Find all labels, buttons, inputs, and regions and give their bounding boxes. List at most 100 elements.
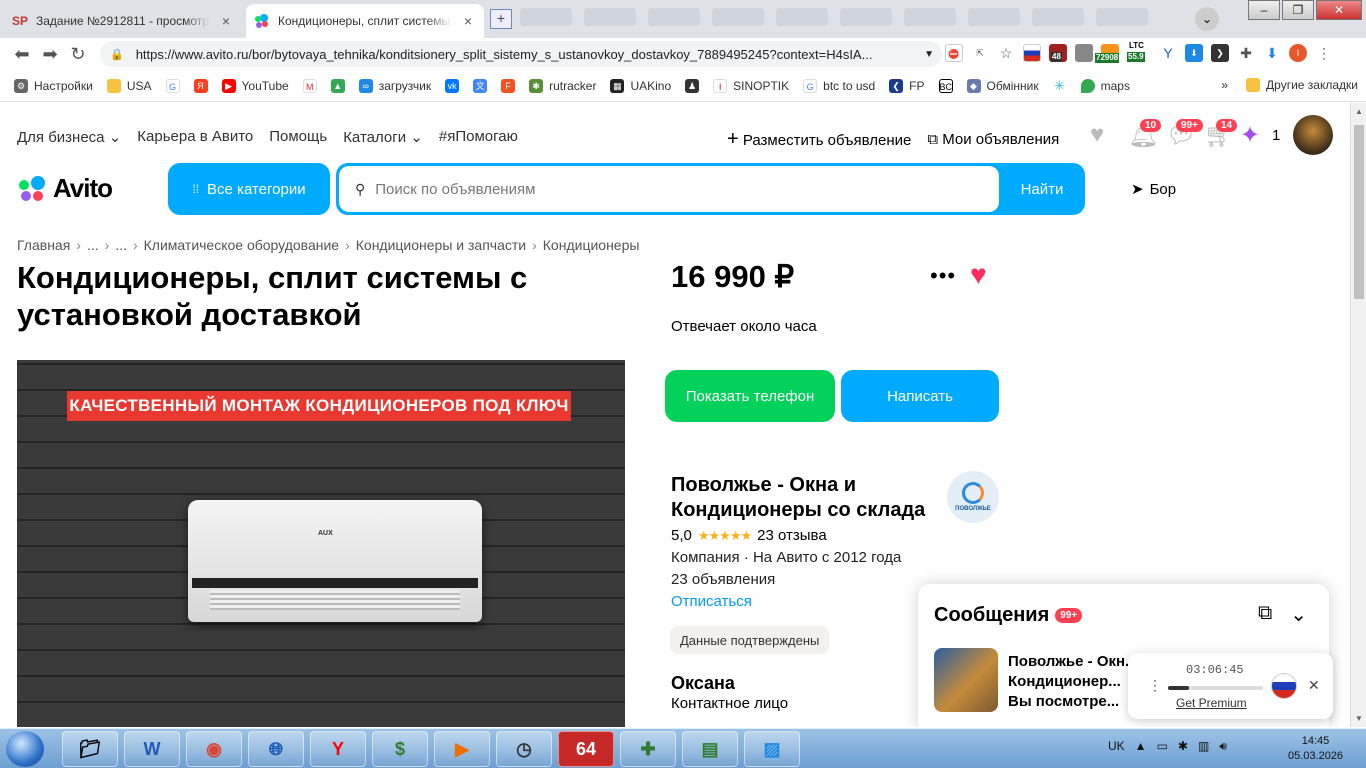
terminal-icon[interactable]: ▤ (682, 731, 738, 767)
app-64-icon[interactable]: 64 (558, 731, 614, 767)
globe-icon[interactable]: 🌐︎ (248, 731, 304, 767)
breadcrumb-item[interactable]: Кондиционеры (543, 237, 640, 253)
bookmark-youtube[interactable]: ▶ YouTube (221, 78, 289, 93)
briefcase-extension-icon[interactable] (1075, 44, 1093, 62)
more-bookmarks-button[interactable]: » (1221, 78, 1228, 92)
bookmark-translate[interactable]: 文 (473, 78, 488, 93)
bookmark-exchange[interactable]: ◆ Обмінник (966, 78, 1039, 93)
get-premium-link[interactable]: Get Premium (1176, 696, 1247, 710)
all-categories-button[interactable]: ⁞⁞ Все категории (168, 163, 330, 215)
reload-icon[interactable]: ↻ (64, 44, 92, 65)
battery-icon[interactable]: ▭ (1157, 739, 1168, 754)
terminal-extension-icon[interactable]: ❯ (1211, 44, 1229, 62)
bookmark-bc[interactable]: BC (938, 78, 953, 93)
yandex-browser-icon[interactable]: Y (310, 731, 366, 767)
vpn-icon[interactable]: Y (1159, 44, 1177, 62)
bookmark-vk[interactable]: vk (445, 78, 460, 93)
bookmark-google[interactable]: G (165, 78, 180, 93)
listing-photo[interactable]: КАЧЕСТВЕННЫЙ МОНТАЖ КОНДИЦИОНЕРОВ ПОД КЛ… (17, 360, 625, 727)
share-icon[interactable]: ⇱ (971, 44, 989, 62)
tab-search-icon[interactable]: ⌄ (1195, 7, 1219, 31)
my-ads-button[interactable]: ⧉ Мои объявления (927, 131, 1059, 148)
bookmark-person[interactable]: ♟ (685, 78, 700, 93)
nav-business[interactable]: Для бизнеса ⌄ (17, 128, 121, 146)
start-button[interactable] (6, 731, 44, 767)
lock-icon[interactable]: 🔒 (110, 48, 124, 61)
page-scrollbar[interactable]: ▲ ▼ (1350, 103, 1366, 727)
avatar[interactable] (1293, 115, 1333, 155)
unsubscribe-link[interactable]: Отписаться (671, 593, 752, 610)
write-message-button[interactable]: Написать (841, 370, 999, 422)
forward-icon[interactable]: ➡ (36, 44, 64, 65)
close-window-button[interactable]: ✕ (1316, 0, 1362, 20)
window-app-icon[interactable]: ▨ (744, 731, 800, 767)
bookmark-fp[interactable]: ❮ FP (889, 78, 925, 93)
chevron-down-icon[interactable]: ⌄ (1290, 602, 1307, 627)
bookmark-gmail[interactable]: M (302, 78, 317, 93)
clock-app-icon[interactable]: ◷ (496, 731, 552, 767)
bookmark-yandex[interactable]: Я (193, 78, 208, 93)
translate-icon[interactable]: ⛔ (945, 44, 963, 62)
update-icon[interactable]: ✱ (1178, 739, 1188, 754)
chat-preview[interactable]: Поволжье - Окн... Кондиционер... Вы посм… (1008, 652, 1148, 712)
seller-name[interactable]: Поволжье - Окна и Кондиционеры со склада (671, 473, 946, 523)
volume-icon[interactable]: 🔊︎ (1219, 739, 1227, 754)
bookmark-btc[interactable]: Gbtc to usd (803, 78, 875, 93)
bookmark-drive[interactable]: ▲ (330, 78, 345, 93)
bookmark-sinoptik[interactable]: ǀ SINOPTIK (713, 78, 789, 93)
search-input[interactable]: ⚲ Поиск по объявлениям (339, 166, 999, 212)
russia-flag-icon[interactable] (1023, 44, 1041, 62)
close-icon[interactable]: ✕ (1308, 677, 1320, 694)
address-bar[interactable]: 🔒 https://www.avito.ru/bor/bytovaya_tehn… (100, 41, 942, 67)
favorites-heart-icon[interactable]: ♥ (1090, 121, 1104, 149)
nav-help[interactable]: Помощь (269, 128, 327, 146)
nav-catalogs[interactable]: Каталоги ⌄ (343, 128, 423, 146)
chevron-up-icon[interactable]: ▲ (1135, 739, 1147, 754)
city-selector[interactable]: ➤ Бор (1131, 180, 1176, 199)
pinwheel-icon[interactable]: ✚ (620, 731, 676, 767)
money-app-icon[interactable]: $ (372, 731, 428, 767)
show-phone-button[interactable]: Показать телефон (665, 370, 835, 422)
new-tab-button[interactable]: + (490, 9, 512, 29)
favorite-heart-icon[interactable]: ♥ (970, 259, 987, 291)
download-extension-icon[interactable]: ⬇ (1185, 44, 1203, 62)
shield-app-icon[interactable]: W (124, 731, 180, 767)
nav-career[interactable]: Карьера в Авито (137, 128, 253, 146)
minimize-button[interactable]: – (1248, 0, 1280, 20)
network-icon[interactable]: ▥ (1198, 739, 1209, 754)
bookmark-settings[interactable]: ⚙ Настройки (14, 78, 93, 93)
tab-task[interactable]: SP Задание №2912811 - просмотр з × (4, 4, 242, 38)
close-icon[interactable]: × (460, 13, 476, 29)
bookmark-usa[interactable]: USA (106, 78, 152, 93)
bookmark-star[interactable]: ✳ (1052, 78, 1067, 93)
back-icon[interactable]: ⬅ (8, 44, 36, 65)
clock[interactable]: 14:45 05.03.2026 (1288, 734, 1343, 764)
chrome-icon[interactable]: ◉ (186, 731, 242, 767)
kebab-icon[interactable]: ⋮ (1148, 677, 1162, 694)
open-external-icon[interactable]: ⧉ (1258, 602, 1272, 627)
bookmark-f[interactable]: F (501, 78, 516, 93)
menu-icon[interactable]: ⋮ (1315, 44, 1333, 62)
breadcrumb-item[interactable]: ... (115, 237, 127, 253)
profile-icon[interactable]: I (1289, 44, 1307, 62)
more-options-icon[interactable]: ••• (930, 263, 956, 289)
maximize-button[interactable]: ❐ (1282, 0, 1314, 20)
chat-thumbnail[interactable] (934, 648, 998, 712)
bookmark-maps[interactable]: maps (1080, 78, 1130, 93)
downloads-icon[interactable]: ⬇ (1263, 44, 1281, 62)
avito-logo[interactable]: Avito (17, 173, 113, 204)
post-ad-button[interactable]: + Разместить объявление (727, 128, 911, 151)
breadcrumb-item[interactable]: ... (87, 237, 99, 253)
language-indicator[interactable]: UK (1108, 739, 1125, 754)
ads-count[interactable]: 23 объявления (671, 571, 775, 588)
litecoin-extension-icon[interactable]: LTC 55.9 (1127, 41, 1151, 62)
shield-extension-icon[interactable]: 48 (1049, 44, 1067, 62)
breadcrumb-item[interactable]: Климатическое оборудование (144, 237, 339, 253)
explorer-icon[interactable]: 📁︎ (62, 731, 118, 767)
nav-ihelp[interactable]: #яПомогаю (439, 128, 518, 146)
reviews-link[interactable]: 23 отзыва (757, 527, 827, 544)
bookmark-downloader[interactable]: ∞ загрузчик (358, 78, 431, 93)
bookmark-uakino[interactable]: ▦ UAKino (610, 78, 671, 93)
extensions-puzzle-icon[interactable]: ✚ (1237, 44, 1255, 62)
tab-avito[interactable]: Кондиционеры, сплит системы с × (246, 4, 484, 38)
